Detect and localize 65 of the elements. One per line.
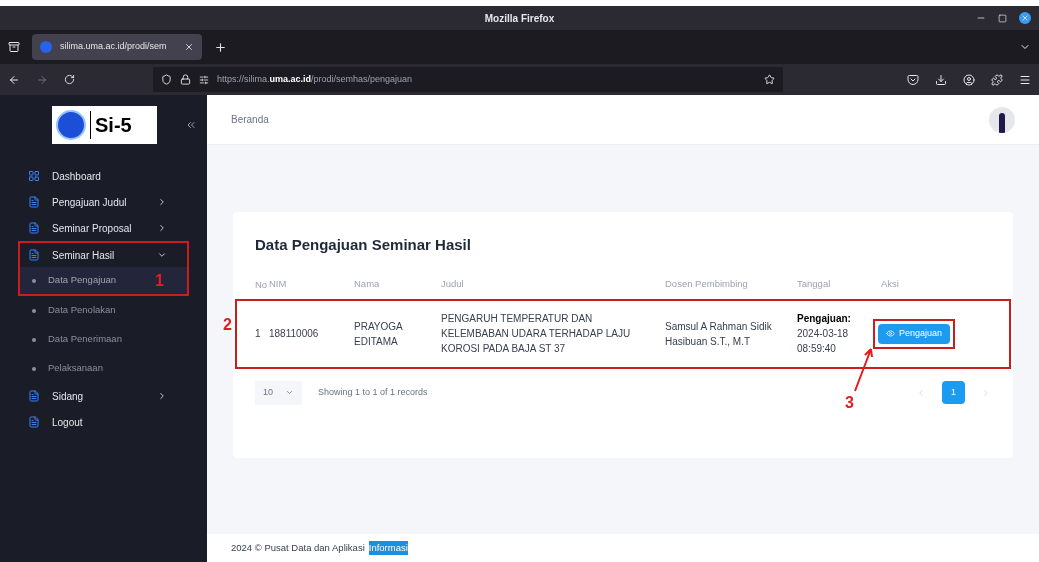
table-cell-text: 188110006 (269, 327, 320, 342)
page-button[interactable]: 1 (942, 381, 965, 405)
document-icon (28, 222, 40, 234)
breadcrumb[interactable]: Beranda (231, 112, 989, 127)
table-cell-text: 1 (255, 327, 262, 342)
eye-icon (886, 329, 895, 339)
document-icon (28, 249, 40, 261)
annotation-number: 2 (223, 314, 232, 335)
logo: Si-5 (52, 106, 157, 144)
footer-text: 2024 © Pusat Data dan Aplikasi (231, 540, 365, 555)
sidebar-subitem[interactable]: Data Penerimaan (18, 325, 189, 354)
shield-icon (161, 74, 172, 85)
sidebar-item[interactable]: Dashboard (18, 163, 189, 189)
browser-tab[interactable]: silima.uma.ac.id/prodi/sem (32, 34, 202, 60)
lock-icon (180, 74, 191, 85)
close-icon[interactable] (1019, 12, 1031, 24)
bookmark-star-icon[interactable] (764, 74, 775, 85)
selected-text: Informasi (368, 540, 408, 556)
sidebar-subitem[interactable]: Data Pengajuan 1 (18, 267, 189, 296)
chevron-icon (157, 223, 167, 233)
bullet-icon (32, 308, 36, 313)
bullet-icon (32, 366, 36, 371)
page-size-select[interactable]: 10 (255, 380, 302, 405)
tab-list-icon[interactable] (8, 41, 20, 53)
avatar-icon[interactable] (989, 106, 1015, 133)
records-info: Showing 1 to 1 of 1 records (318, 386, 429, 399)
card-title: Data Pengajuan Seminar Hasil (255, 235, 472, 255)
chevron-icon (157, 250, 167, 260)
emblem-icon (56, 110, 86, 140)
table-cell-text: PRAYOGA EDITAMA (354, 319, 404, 349)
chevron-icon (157, 391, 167, 401)
sidebar-subitem[interactable]: Pelaksanaan (18, 354, 189, 383)
download-icon[interactable] (935, 73, 947, 86)
menu-icon[interactable] (1019, 73, 1031, 86)
reload-icon[interactable] (64, 74, 75, 85)
sidebar-item[interactable]: Sidang (18, 383, 189, 409)
table-cell-text: Pengajuan: 2024-03-18 08:59:40 (797, 312, 852, 357)
document-icon (28, 416, 40, 428)
document-icon (28, 390, 40, 402)
document-icon (28, 196, 40, 208)
collapse-icon[interactable] (185, 119, 197, 131)
table-cell-text: PENGARUH TEMPERATUR DAN KELEMBABAN UDARA TERHADAP LAJU KOROSI PADA BAJA ST 37 (441, 312, 632, 357)
close-tab-icon[interactable] (184, 42, 194, 52)
address-bar[interactable]: https://silima.uma.ac.id/prodi/semhas/pengajuan (153, 67, 783, 92)
table-cell-text: Samsul A Rahman Sidik Hasibuan S.T., M.T (665, 319, 773, 349)
sidebar-item[interactable]: Pengajuan Judul (18, 189, 189, 215)
window-title: Mozilla Firefox (484, 11, 555, 26)
permissions-icon (199, 74, 209, 85)
sidebar-subitem[interactable]: Data Penolakan (18, 296, 189, 325)
chevron-icon (157, 197, 167, 207)
sidebar-item[interactable]: Seminar Proposal (18, 215, 189, 241)
bullet-icon (32, 337, 36, 342)
account-icon[interactable] (963, 73, 975, 86)
bullet-icon (32, 278, 36, 283)
annotation-number: 3 (845, 393, 854, 413)
back-icon[interactable] (8, 73, 20, 86)
annotation-number: 1 (155, 270, 164, 291)
dashboard-icon (28, 170, 40, 182)
site-icon (40, 41, 52, 53)
maximize-icon[interactable] (998, 13, 1007, 23)
pocket-icon[interactable] (907, 73, 919, 86)
pengajuan-button[interactable]: Pengajuan (878, 324, 951, 344)
new-tab-icon[interactable] (214, 40, 227, 54)
sidebar-item[interactable]: Logout (18, 409, 189, 435)
extensions-icon[interactable] (991, 73, 1003, 86)
